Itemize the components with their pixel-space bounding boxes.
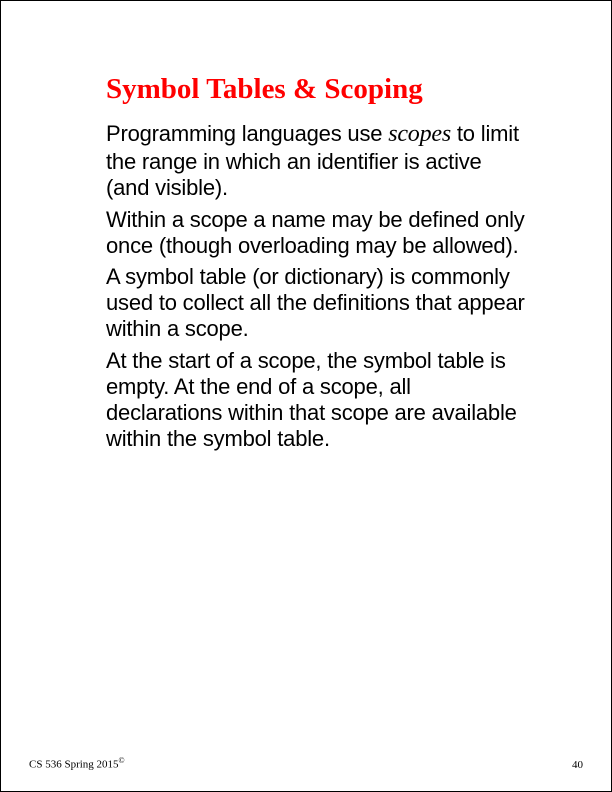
content-area: Symbol Tables & Scoping Programming lang… [106, 73, 526, 458]
copyright-icon: © [119, 756, 125, 765]
slide-page: Symbol Tables & Scoping Programming lang… [0, 0, 612, 792]
paragraph-3: A symbol table (or dictionary) is common… [106, 264, 526, 342]
p1-pre: Programming languages use [106, 121, 388, 146]
paragraph-4: At the start of a scope, the symbol tabl… [106, 348, 526, 452]
paragraph-1: Programming languages use scopes to limi… [106, 120, 526, 200]
page-number: 40 [572, 759, 583, 771]
footer-course-text: CS 536 Spring 2015 [29, 759, 119, 771]
p1-em: scopes [388, 121, 451, 147]
slide-title: Symbol Tables & Scoping [106, 73, 526, 106]
paragraph-2: Within a scope a name may be defined onl… [106, 207, 526, 259]
footer-course: CS 536 Spring 2015© [29, 756, 125, 771]
